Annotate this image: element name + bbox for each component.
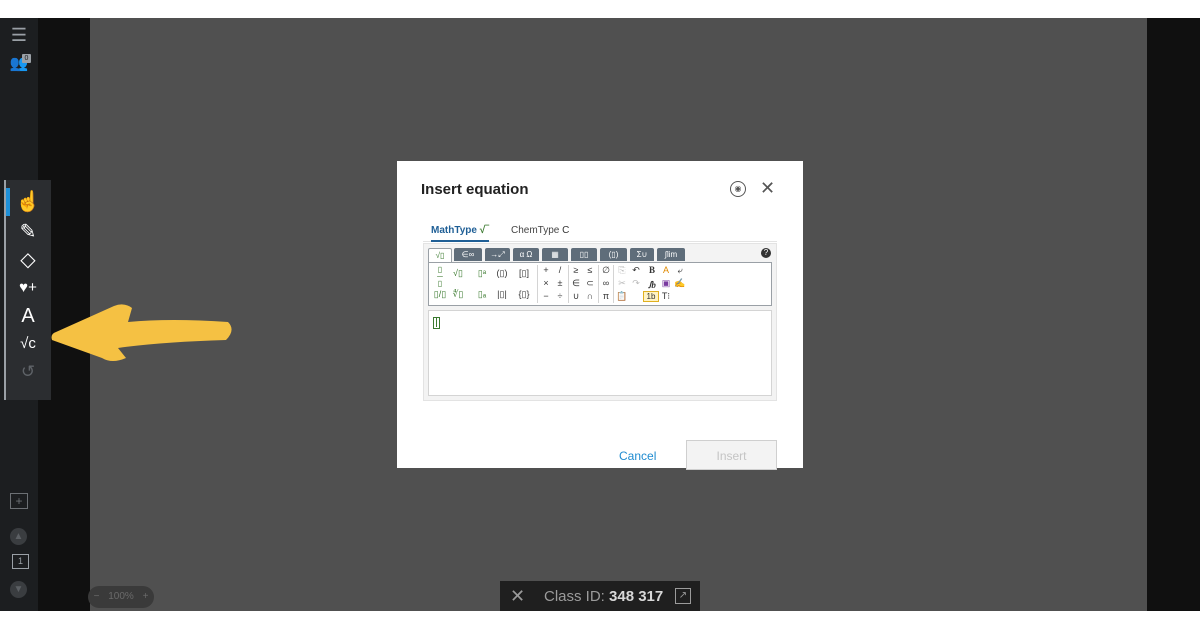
- palette-tab-scripts[interactable]: ▯▯: [571, 248, 597, 261]
- square-root-icon[interactable]: √▯: [451, 268, 465, 279]
- palette-tab-greek[interactable]: α Ω: [513, 248, 539, 261]
- equation-editor: √▯ ∈∞ →⤢ α Ω ▦ ▯▯ (▯) Σ∪ ∫lim ? ▯ ─ ▯ ▯/▯ …: [423, 243, 777, 401]
- subscript-icon[interactable]: ▯ₐ: [475, 289, 489, 300]
- less-equal-symbol[interactable]: ≤: [583, 265, 597, 275]
- braces-icon[interactable]: {▯}: [517, 289, 531, 300]
- palette-tab-big-operators[interactable]: Σ∪: [630, 248, 654, 261]
- chemtype-logo-icon: C: [562, 225, 570, 236]
- palette-tab-symbols[interactable]: ∈∞: [454, 248, 482, 261]
- insert-equation-dialog: Insert equation ◉ ✕ MathType √‾ ChemType…: [397, 161, 803, 470]
- handwriting-icon[interactable]: ✍: [673, 278, 687, 289]
- insert-button[interactable]: Insert: [686, 440, 777, 470]
- manual-text-icon[interactable]: 1b: [643, 291, 659, 302]
- nth-root-icon[interactable]: ∜▯: [451, 289, 465, 300]
- pointer-tool-icon[interactable]: ☝: [14, 190, 42, 214]
- whiteboard-screen: ☰ 👥 0 + ▲ 1 ▼ ☝ ✎ ◇ ♥+ A √c ↺ − 100% + ✕…: [0, 18, 1200, 611]
- palette-tab-matrices[interactable]: ▦: [542, 248, 568, 261]
- zoom-control: − 100% +: [88, 586, 154, 608]
- equation-input-area[interactable]: [428, 310, 772, 396]
- eraser-tool-icon[interactable]: ◇: [14, 248, 42, 272]
- pi-symbol[interactable]: π: [599, 291, 613, 301]
- zoom-out-button[interactable]: −: [94, 591, 100, 602]
- class-id-label: Class ID:: [544, 588, 605, 605]
- parentheses-icon[interactable]: (▯): [495, 268, 509, 279]
- greater-equal-symbol[interactable]: ≥: [569, 265, 583, 275]
- undo-equation-icon[interactable]: ↶: [629, 265, 643, 276]
- editor-tabs: MathType √‾ ChemType C: [423, 223, 777, 242]
- add-media-tool-icon[interactable]: ♥+: [14, 276, 42, 300]
- cut-icon[interactable]: ✂: [615, 278, 629, 289]
- redo-equation-icon[interactable]: ↷: [629, 278, 643, 289]
- dialog-close-icon[interactable]: ✕: [760, 178, 775, 199]
- absolute-value-icon[interactable]: |▯|: [495, 289, 509, 300]
- open-external-icon[interactable]: ↗: [675, 588, 691, 604]
- close-icon[interactable]: ✕: [510, 586, 525, 607]
- fraction-icon[interactable]: ▯ ─ ▯: [433, 266, 447, 288]
- symbol-palette: ▯ ─ ▯ ▯/▯ √▯ ∜▯ ▯ᵃ ▯ₐ (▯) |▯| [▯] {▯} + × …: [428, 262, 772, 306]
- intersection-symbol[interactable]: ∩: [583, 291, 597, 301]
- mathtype-logo-icon: √‾: [479, 225, 489, 236]
- superscript-icon[interactable]: ▯ᵃ: [475, 268, 489, 279]
- paste-icon[interactable]: 📋: [615, 291, 629, 302]
- tab-chemtype[interactable]: ChemType C: [511, 223, 581, 240]
- text-tool-icon[interactable]: A: [14, 304, 42, 328]
- page-number[interactable]: 1: [12, 554, 29, 569]
- text-color-icon[interactable]: A: [659, 265, 673, 275]
- accessibility-icon[interactable]: ◉: [730, 181, 746, 197]
- divide-symbol[interactable]: ÷: [553, 291, 567, 301]
- line-break-icon[interactable]: ⤶: [673, 265, 687, 276]
- class-id-value: 348 317: [609, 588, 664, 605]
- copy-icon[interactable]: ⎘: [615, 265, 629, 276]
- help-icon[interactable]: ?: [761, 248, 771, 258]
- page-down-icon[interactable]: ▼: [10, 581, 27, 598]
- minus-symbol[interactable]: −: [539, 291, 553, 301]
- pen-tool-icon[interactable]: ✎: [14, 220, 42, 244]
- highlight-arrow-icon: [51, 304, 232, 361]
- plus-symbol[interactable]: +: [539, 265, 553, 275]
- subset-symbol[interactable]: ⊂: [583, 278, 597, 289]
- users-count-badge: 0: [22, 54, 31, 63]
- plus-minus-symbol[interactable]: ±: [553, 278, 567, 288]
- slash-symbol[interactable]: /: [553, 265, 567, 275]
- active-tool-indicator: [6, 188, 10, 216]
- page-up-icon[interactable]: ▲: [10, 528, 27, 545]
- input-caret-icon: [433, 317, 440, 329]
- undo-icon[interactable]: ↺: [14, 360, 42, 384]
- union-symbol[interactable]: ∪: [569, 291, 583, 302]
- square-brackets-icon[interactable]: [▯]: [517, 268, 531, 279]
- palette-tab-general[interactable]: √▯: [428, 248, 452, 262]
- text-mode-icon[interactable]: T⁝: [659, 291, 673, 302]
- italic-icon[interactable]: ꭍb: [645, 278, 659, 291]
- bold-icon[interactable]: B: [645, 265, 659, 275]
- math-tool-icon[interactable]: √c: [14, 332, 42, 356]
- right-margin: [1147, 18, 1200, 611]
- palette-tab-calculus[interactable]: ∫lim: [657, 248, 685, 261]
- bevelled-fraction-icon[interactable]: ▯/▯: [433, 289, 447, 300]
- zoom-level: 100%: [108, 591, 134, 602]
- class-id-bar: ✕ Class ID: 348 317 ↗: [500, 581, 700, 611]
- palette-tab-brackets[interactable]: (▯): [600, 248, 627, 261]
- menu-icon[interactable]: ☰: [9, 26, 29, 44]
- infinity-symbol[interactable]: ∞: [599, 278, 613, 288]
- element-of-symbol[interactable]: ∈: [569, 278, 583, 289]
- zoom-in-button[interactable]: +: [143, 591, 149, 602]
- cancel-button[interactable]: Cancel: [619, 449, 656, 463]
- dialog-title: Insert equation: [421, 181, 529, 198]
- empty-set-symbol[interactable]: ∅: [599, 265, 613, 276]
- palette-tab-arrows[interactable]: →⤢: [485, 248, 510, 261]
- font-size-icon[interactable]: ▣: [659, 278, 673, 289]
- add-page-icon[interactable]: +: [10, 493, 28, 509]
- times-symbol[interactable]: ×: [539, 278, 553, 288]
- tab-mathtype[interactable]: MathType √‾: [431, 223, 489, 242]
